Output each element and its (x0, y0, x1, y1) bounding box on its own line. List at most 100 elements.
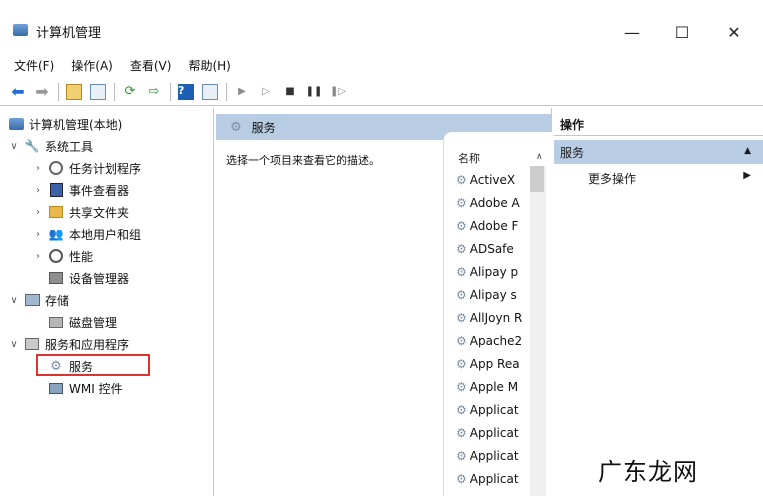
chevron-right-icon[interactable]: › (32, 207, 44, 218)
performance-icon (49, 249, 63, 263)
tree-services-apps[interactable]: ∨ 服务和应用程序 (8, 334, 129, 354)
computer-management-icon (13, 24, 28, 36)
tree-storage-label: 存储 (45, 293, 70, 308)
services-pane: ⚙ 服务 选择一个项目来查看它的描述。 名称 ∧ ⚙ ActiveX ⚙ Adobe… (216, 108, 552, 496)
tree-disk-management-label: 磁盘管理 (69, 315, 118, 330)
chevron-down-icon[interactable]: ∨ (8, 141, 20, 152)
disk-icon (49, 316, 63, 328)
menu-help[interactable]: 帮助(H) (188, 57, 230, 74)
title-bar: 计算机管理 — ☐ ✕ (0, 0, 763, 52)
minimize-button[interactable]: — (612, 16, 652, 48)
list-item[interactable]: ⚙ Adobe F (456, 216, 528, 236)
chevron-right-icon[interactable]: › (32, 185, 44, 196)
more-actions-link[interactable]: 更多操作 (588, 170, 636, 187)
tree-task-scheduler[interactable]: › 任务计划程序 (32, 158, 141, 178)
chevron-right-icon[interactable]: › (32, 251, 44, 262)
tree-local-users[interactable]: › 👥 本地用户和组 (32, 224, 141, 244)
device-manager-icon (49, 272, 63, 284)
menu-bar: 文件(F) 操作(A) 查看(V) 帮助(H) (0, 54, 763, 76)
tree-system-tools[interactable]: ∨ 🔧 系统工具 (8, 136, 93, 156)
list-item[interactable]: ⚙ ADSafe (456, 239, 528, 259)
toolbar-separator (170, 82, 171, 101)
tree-event-viewer[interactable]: › 事件查看器 (32, 180, 129, 200)
stop-service-icon[interactable]: ■ (280, 82, 300, 102)
submenu-arrow-icon[interactable]: ▶ (743, 170, 751, 181)
list-item[interactable]: ⚙ Applicat (456, 400, 528, 420)
list-item[interactable]: ⚙ Applicat (456, 423, 528, 443)
list-item[interactable]: ⚙ Alipay p (456, 262, 528, 282)
help-icon[interactable]: ? (176, 82, 196, 102)
vertical-scrollbar[interactable] (530, 166, 546, 496)
service-gear-icon: ⚙ (456, 288, 467, 302)
list-item[interactable]: ⚙ Alipay s (456, 285, 528, 305)
maximize-button[interactable]: ☐ (662, 16, 702, 48)
tree-performance[interactable]: › 性能 (32, 246, 93, 266)
toolbar: ⬅ ➡ ⟳ ⇨ ? ▶ ▷ ■ ❚❚ ❚▷ (0, 78, 763, 106)
tools-icon: 🔧 (24, 139, 40, 153)
export-list-icon[interactable]: ⇨ (144, 82, 164, 102)
chevron-down-icon[interactable]: ∨ (8, 295, 20, 306)
chevron-right-icon[interactable]: › (32, 229, 44, 240)
resume-service-icon[interactable]: ❚▷ (328, 82, 348, 102)
service-name: Applicat (469, 449, 519, 463)
service-name: Applicat (469, 472, 519, 486)
service-name: Alipay s (469, 288, 517, 302)
service-name: AllJoyn R (469, 311, 523, 325)
service-name: Applicat (469, 426, 519, 440)
tree-shared-folders[interactable]: › 共享文件夹 (32, 202, 129, 222)
service-gear-icon: ⚙ (456, 173, 467, 187)
menu-action[interactable]: 操作(A) (71, 57, 113, 74)
scroll-up-icon[interactable]: ∧ (536, 152, 543, 162)
service-name: Adobe F (469, 219, 519, 233)
pause-service-icon[interactable]: ❚❚ (304, 82, 324, 102)
tree-services-apps-label: 服务和应用程序 (45, 337, 130, 352)
clock-icon (49, 161, 63, 175)
toolbar-separator (58, 82, 59, 101)
list-item[interactable]: ⚙ App Rea (456, 354, 528, 374)
tree-wmi[interactable]: WMI 控件 (48, 378, 123, 398)
list-item[interactable]: ⚙ AllJoyn R (456, 308, 528, 328)
service-gear-icon: ⚙ (456, 357, 467, 371)
list-item[interactable]: ⚙ Applicat (456, 469, 528, 489)
show-tree-icon[interactable] (88, 82, 108, 102)
refresh-icon[interactable]: ⟳ (120, 82, 140, 102)
tree-device-manager[interactable]: 设备管理器 (48, 268, 129, 288)
service-name: Apple M (469, 380, 519, 394)
list-item[interactable]: ⚙ Apache2 (456, 331, 528, 351)
service-name: Alipay p (469, 265, 519, 279)
service-gear-icon: ⚙ (456, 472, 467, 486)
start-service-alt-icon[interactable]: ▷ (256, 82, 276, 102)
tree-local-users-label: 本地用户和组 (69, 227, 142, 242)
close-button[interactable]: ✕ (714, 16, 754, 48)
list-item[interactable]: ⚙ ActiveX (456, 170, 528, 190)
service-gear-icon: ⚙ (456, 265, 467, 279)
services-gear-icon: ⚙ (230, 119, 242, 135)
actions-pane: 操作 服务 ▲ 更多操作 ▶ (554, 108, 763, 496)
event-viewer-icon (49, 183, 63, 197)
storage-icon (24, 294, 40, 306)
start-service-icon[interactable]: ▶ (232, 82, 252, 102)
up-folder-icon[interactable] (64, 82, 84, 102)
chevron-right-icon[interactable]: › (32, 163, 44, 174)
service-name: ActiveX (469, 173, 516, 187)
tree-root[interactable]: 计算机管理(本地) (8, 114, 122, 134)
list-item[interactable]: ⚙ Adobe A (456, 193, 528, 213)
chevron-down-icon[interactable]: ∨ (8, 339, 20, 350)
tree-disk-management[interactable]: 磁盘管理 (48, 312, 117, 332)
service-gear-icon: ⚙ (456, 219, 467, 233)
users-icon: 👥 (48, 227, 64, 241)
toolbar-separator (114, 82, 115, 101)
forward-arrow-icon[interactable]: ➡ (32, 82, 52, 102)
collapse-triangle-icon[interactable]: ▲ (744, 146, 751, 156)
scrollbar-thumb[interactable] (530, 166, 544, 192)
properties-icon[interactable] (200, 82, 220, 102)
tree-storage[interactable]: ∨ 存储 (8, 290, 69, 310)
menu-file[interactable]: 文件(F) (14, 57, 54, 74)
menu-view[interactable]: 查看(V) (130, 57, 172, 74)
list-item[interactable]: ⚙ Apple M (456, 377, 528, 397)
service-gear-icon: ⚙ (456, 426, 467, 440)
actions-services-section[interactable]: 服务 ▲ (554, 140, 763, 164)
back-arrow-icon[interactable]: ⬅ (8, 82, 28, 102)
column-header-name[interactable]: 名称 (458, 150, 480, 166)
list-item[interactable]: ⚙ Applicat (456, 446, 528, 466)
